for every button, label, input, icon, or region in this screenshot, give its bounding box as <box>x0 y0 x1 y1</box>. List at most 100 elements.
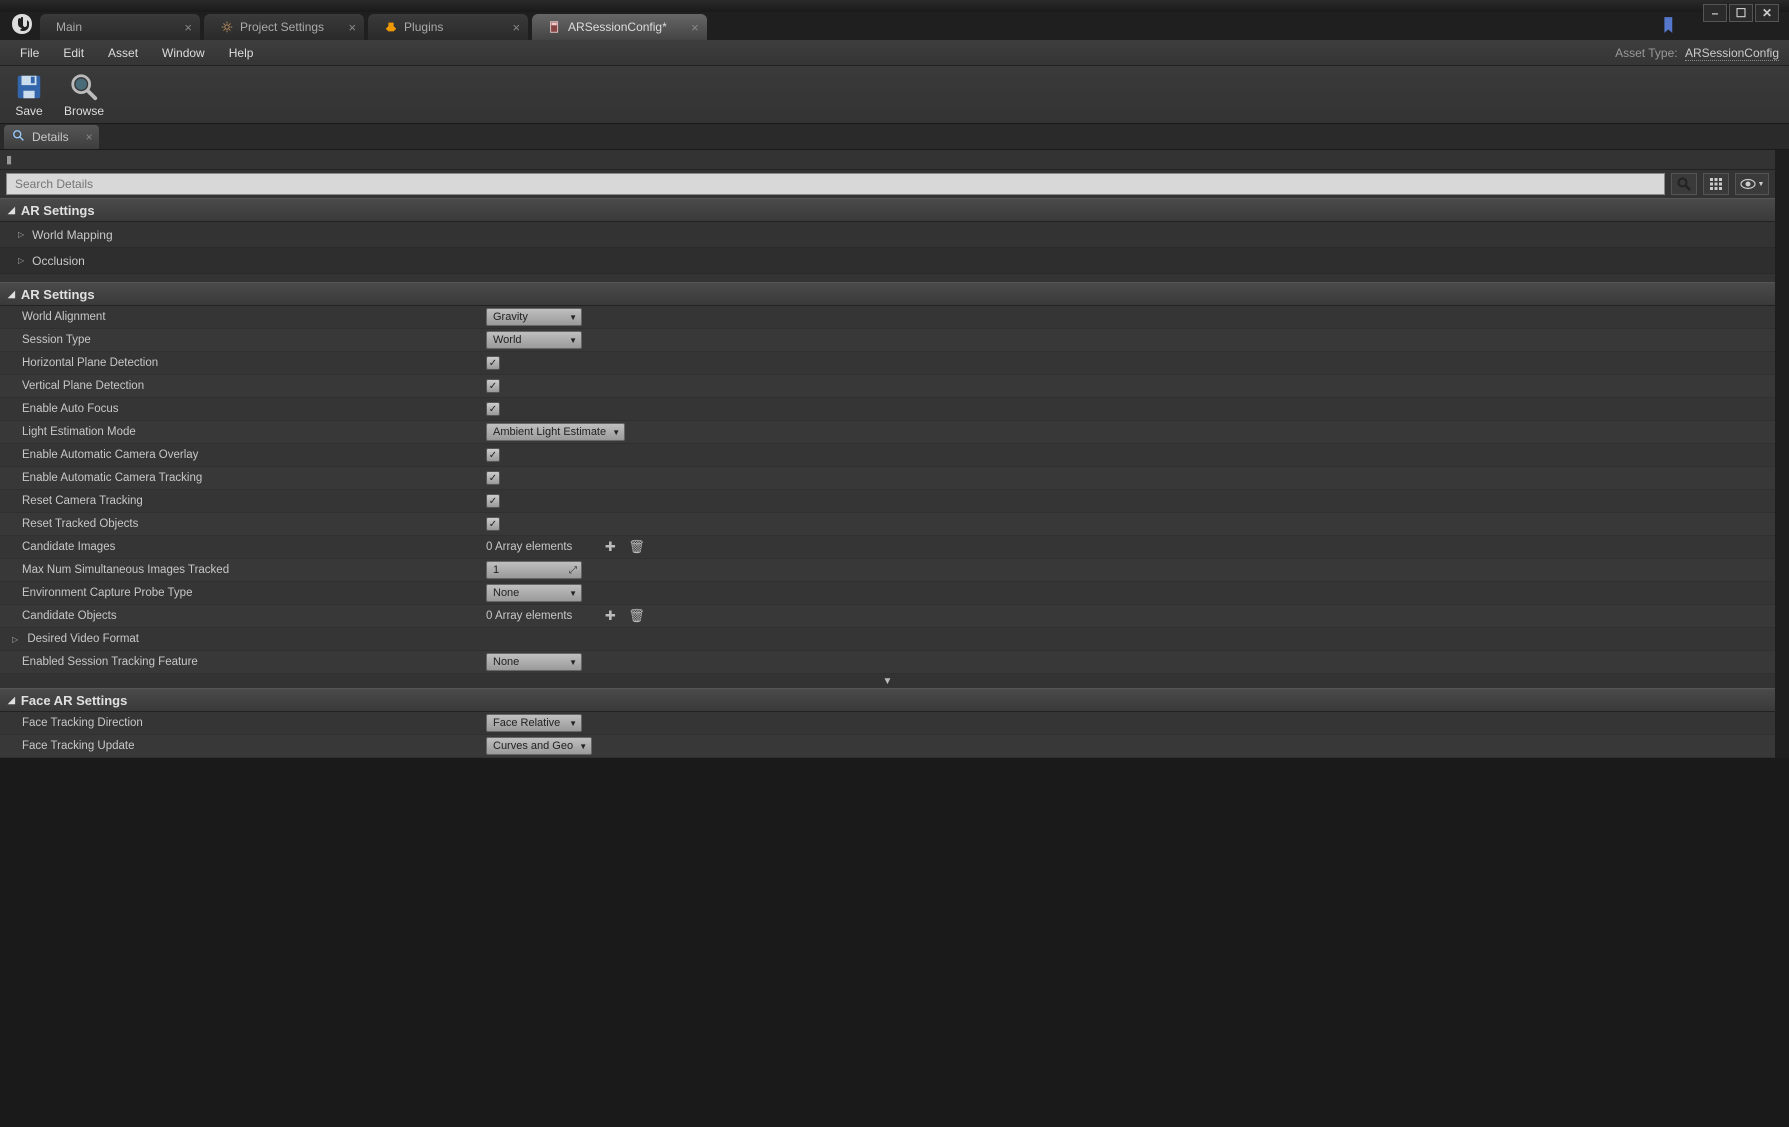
asset-type-label: Asset Type: ARSessionConfig <box>1615 46 1779 60</box>
row-cam-tracking: Enable Automatic Camera Tracking ✓ <box>0 467 1775 490</box>
expand-icon: ▷ <box>12 635 18 644</box>
row-session-feature: Enabled Session Tracking Feature None <box>0 651 1775 674</box>
tab-close-icon[interactable]: × <box>184 20 192 35</box>
save-label: Save <box>15 104 42 118</box>
prop-label: Vertical Plane Detection <box>0 380 480 392</box>
prop-label: Environment Capture Probe Type <box>0 587 480 599</box>
reset-obj-checkbox[interactable]: ✓ <box>486 517 500 531</box>
row-vertical-plane: Vertical Plane Detection ✓ <box>0 375 1775 398</box>
subrow-occlusion[interactable]: ▷ Occlusion <box>0 248 1775 274</box>
search-icon <box>12 129 26 146</box>
row-reset-cam: Reset Camera Tracking ✓ <box>0 490 1775 513</box>
row-candidate-images: Candidate Images 0 Array elements ✚ 🗑 <box>0 536 1775 559</box>
search-button[interactable] <box>1671 173 1697 195</box>
expand-advanced-button[interactable]: ▼ <box>0 674 1775 688</box>
section-title: AR Settings <box>21 203 95 218</box>
row-face-update: Face Tracking Update Curves and Geo <box>0 735 1775 758</box>
title-bar <box>0 0 1789 12</box>
asset-icon <box>548 20 562 34</box>
search-row: ▼ <box>0 170 1775 198</box>
matrix-view-button[interactable] <box>1703 173 1729 195</box>
auto-focus-checkbox[interactable]: ✓ <box>486 402 500 416</box>
tab-label: Project Settings <box>240 20 324 34</box>
minimize-button[interactable]: – <box>1703 4 1727 22</box>
tab-project-settings[interactable]: Project Settings × <box>204 14 364 40</box>
row-video-format[interactable]: ▷ Desired Video Format <box>0 628 1775 651</box>
prop-label: Candidate Images <box>0 541 480 553</box>
tab-close-icon[interactable]: × <box>691 20 699 35</box>
tab-close-icon[interactable]: × <box>86 130 93 144</box>
menu-window[interactable]: Window <box>150 40 217 66</box>
tab-close-icon[interactable]: × <box>512 20 520 35</box>
menu-asset[interactable]: Asset <box>96 40 150 66</box>
close-button[interactable]: ✕ <box>1755 4 1779 22</box>
face-direction-dropdown[interactable]: Face Relative <box>486 714 582 732</box>
session-type-dropdown[interactable]: World <box>486 331 582 349</box>
section-face-ar[interactable]: ◢ Face AR Settings <box>0 688 1775 712</box>
browse-icon <box>69 72 99 102</box>
max-num-input[interactable]: 1 <box>486 561 582 579</box>
clear-array-icon[interactable]: 🗑 <box>628 539 644 555</box>
prop-label: Enable Auto Focus <box>0 403 480 415</box>
array-count: 0 Array elements <box>486 610 572 622</box>
details-tab[interactable]: Details × <box>4 125 99 149</box>
section-ar-settings-1[interactable]: ◢ AR Settings <box>0 198 1775 222</box>
add-element-icon[interactable]: ✚ <box>602 608 618 624</box>
tab-label: ARSessionConfig* <box>568 20 667 34</box>
vertical-plane-checkbox[interactable]: ✓ <box>486 379 500 393</box>
row-session-type: Session Type World <box>0 329 1775 352</box>
view-options-button[interactable]: ▼ <box>1735 173 1769 195</box>
bookmark-icon[interactable] <box>1661 16 1679 39</box>
reset-cam-checkbox[interactable]: ✓ <box>486 494 500 508</box>
section-ar-settings-2[interactable]: ◢ AR Settings <box>0 282 1775 306</box>
prop-label: Enable Automatic Camera Tracking <box>0 472 480 484</box>
asset-type-value[interactable]: ARSessionConfig <box>1685 46 1779 61</box>
prop-label: Max Num Simultaneous Images Tracked <box>0 564 480 576</box>
expand-icon: ▷ <box>18 256 24 265</box>
prop-label: Light Estimation Mode <box>0 426 480 438</box>
plug-icon <box>384 20 398 34</box>
prop-label: ▷ Desired Video Format <box>0 633 480 645</box>
prop-label: Reset Camera Tracking <box>0 495 480 507</box>
env-probe-dropdown[interactable]: None <box>486 584 582 602</box>
row-max-num: Max Num Simultaneous Images Tracked 1 <box>0 559 1775 582</box>
session-feature-dropdown[interactable]: None <box>486 653 582 671</box>
face-update-dropdown[interactable]: Curves and Geo <box>486 737 592 755</box>
collapse-icon: ◢ <box>8 695 15 706</box>
details-tab-label: Details <box>32 130 69 144</box>
tab-plugins[interactable]: Plugins × <box>368 14 528 40</box>
gear-icon <box>220 20 234 34</box>
pin-icon[interactable]: ▮ <box>6 153 12 166</box>
world-alignment-dropdown[interactable]: Gravity <box>486 308 582 326</box>
prop-label: Face Tracking Update <box>0 740 480 752</box>
browse-button[interactable]: Browse <box>64 72 104 118</box>
cam-tracking-checkbox[interactable]: ✓ <box>486 471 500 485</box>
prop-label: Candidate Objects <box>0 610 480 622</box>
horizontal-plane-checkbox[interactable]: ✓ <box>486 356 500 370</box>
subrow-label: World Mapping <box>32 228 112 242</box>
section-title: AR Settings <box>21 287 95 302</box>
subrow-world-mapping[interactable]: ▷ World Mapping <box>0 222 1775 248</box>
menu-bar: File Edit Asset Window Help Asset Type: … <box>0 40 1789 66</box>
save-button[interactable]: Save <box>14 72 44 118</box>
add-element-icon[interactable]: ✚ <box>602 539 618 555</box>
menu-edit[interactable]: Edit <box>51 40 96 66</box>
row-cam-overlay: Enable Automatic Camera Overlay ✓ <box>0 444 1775 467</box>
tab-label: Plugins <box>404 20 443 34</box>
clear-array-icon[interactable]: 🗑 <box>628 608 644 624</box>
row-candidate-objects: Candidate Objects 0 Array elements ✚ 🗑 <box>0 605 1775 628</box>
subrow-label: Occlusion <box>32 254 85 268</box>
prop-label: Enabled Session Tracking Feature <box>0 656 480 668</box>
light-estimation-dropdown[interactable]: Ambient Light Estimate <box>486 423 625 441</box>
menu-file[interactable]: File <box>8 40 51 66</box>
menu-help[interactable]: Help <box>217 40 266 66</box>
tab-arsessionconfig[interactable]: ARSessionConfig* × <box>532 14 707 40</box>
cam-overlay-checkbox[interactable]: ✓ <box>486 448 500 462</box>
pin-bar: ▮ <box>0 150 1775 170</box>
details-tabstrip: Details × <box>0 124 1789 150</box>
search-input[interactable] <box>6 173 1665 195</box>
tab-close-icon[interactable]: × <box>348 20 356 35</box>
tab-main[interactable]: Main × <box>40 14 200 40</box>
array-count: 0 Array elements <box>486 541 572 553</box>
maximize-button[interactable]: ☐ <box>1729 4 1753 22</box>
